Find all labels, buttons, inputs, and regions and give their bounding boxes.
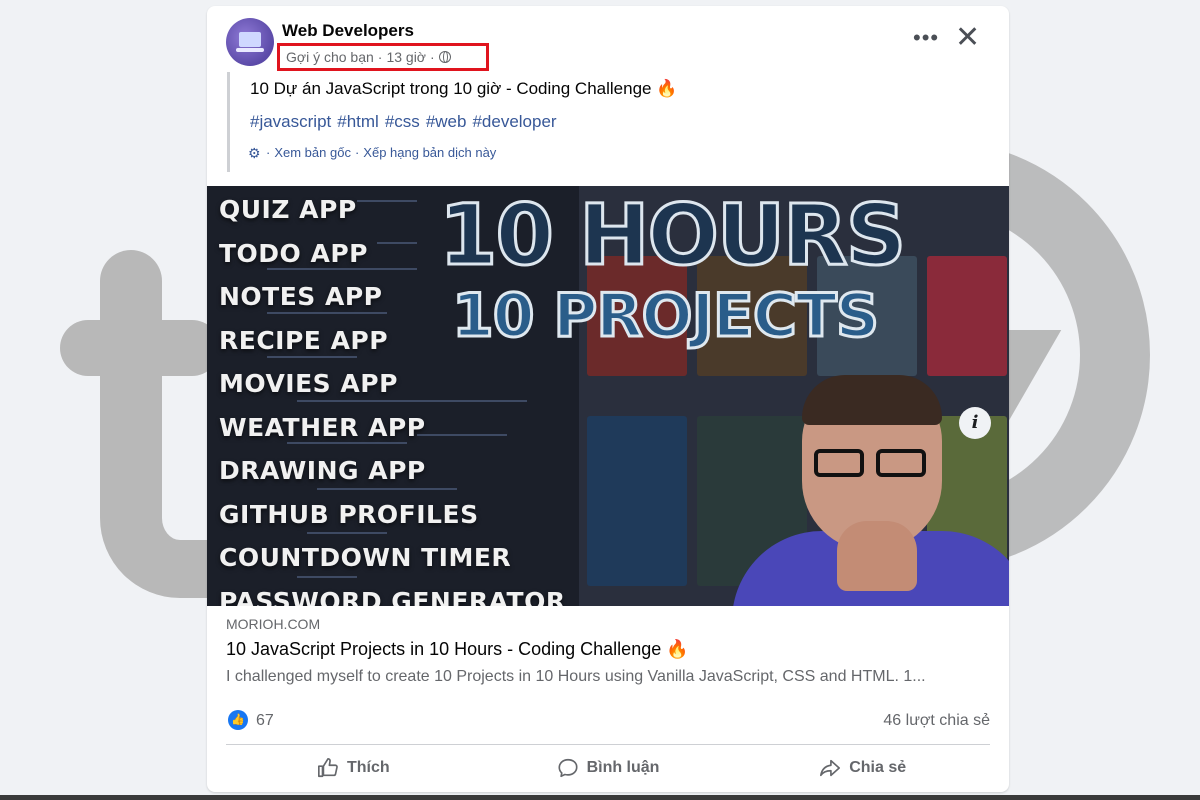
post-text: 10 Dự án JavaScript trong 10 giờ - Codin… (250, 79, 678, 98)
translate-separator: · (354, 145, 360, 160)
thumbnail-subheadline: 10 PROJECTS (450, 280, 880, 353)
project-title: MOVIES APP (219, 369, 398, 398)
share-arrow-icon (820, 759, 841, 777)
window-bottom-edge (0, 795, 1200, 800)
project-title: PASSWORD GENERATOR (219, 586, 566, 607)
share-count[interactable]: 46 lượt chia sẻ (883, 712, 990, 730)
globe-icon (438, 51, 451, 63)
project-title: GITHUB PROFILES (219, 499, 479, 529)
facebook-post-card: Web Developers Gợi ý cho bạn · 13 giờ · … (207, 6, 1009, 792)
close-icon[interactable]: ✕ (955, 23, 980, 53)
translation-quote-bar (227, 72, 230, 172)
suggested-label: Gợi ý cho bạn (286, 49, 374, 65)
link-description: I challenged myself to create 10 Project… (226, 668, 926, 685)
translation-bar: ⚙ · Xem bản gốc · Xếp hạng bản dịch này (248, 145, 496, 160)
hashtag-link[interactable]: #html (337, 112, 379, 132)
post-meta-highlight: Gợi ý cho bạn · 13 giờ · (277, 43, 489, 71)
project-title: WEATHER APP (219, 412, 426, 442)
comment-bubble-icon (558, 758, 578, 778)
thumbs-up-outline-icon (318, 758, 338, 778)
actions-divider (226, 744, 990, 745)
gear-icon[interactable]: ⚙ (248, 146, 262, 160)
more-options-icon[interactable]: ••• (913, 27, 939, 49)
hashtag-link[interactable]: #javascript (250, 112, 331, 132)
link-preview[interactable]: MORIOH.COM 10 JavaScript Projects in 10 … (207, 606, 1009, 698)
thumbs-up-icon[interactable]: 👍 (228, 710, 248, 730)
share-button[interactable]: Chia sẻ (735, 748, 990, 788)
link-title[interactable]: 10 JavaScript Projects in 10 Hours - Cod… (226, 639, 689, 660)
meta-separator: · (430, 49, 435, 65)
see-original-link[interactable]: Xem bản gốc (274, 145, 351, 160)
like-count[interactable]: 67 (256, 712, 274, 730)
post-actions: Thích Bình luận Chia sẻ (226, 748, 990, 788)
translate-separator: · (266, 145, 271, 160)
reaction-stats: 👍 67 46 lượt chia sẻ (226, 708, 990, 734)
presenter-photo (732, 375, 1009, 606)
project-title: DRAWING APP (219, 456, 426, 485)
post-time[interactable]: 13 giờ (386, 49, 426, 65)
hashtag-link[interactable]: #web (426, 112, 467, 132)
project-title: COUNTDOWN TIMER (219, 543, 512, 572)
rate-translation-link[interactable]: Xếp hạng bản dịch này (363, 145, 496, 160)
hashtag-link[interactable]: #developer (472, 112, 556, 132)
meta-separator: · (377, 49, 383, 65)
page-avatar[interactable] (226, 18, 274, 66)
link-thumbnail[interactable]: QUIZ APP TODO APP NOTES APP RECIPE APP M… (207, 186, 1009, 606)
page-name[interactable]: Web Developers (282, 21, 414, 41)
link-domain: MORIOH.COM (226, 616, 321, 632)
hashtag-list: #javascript #html #css #web #developer (250, 112, 557, 132)
watermark-letter-t (60, 250, 312, 598)
hashtag-link[interactable]: #css (385, 112, 420, 132)
info-icon[interactable]: i (959, 407, 991, 439)
comment-button[interactable]: Bình luận (481, 748, 736, 788)
like-label: Thích (347, 759, 390, 776)
share-label: Chia sẻ (849, 759, 907, 776)
thumbnail-headline: 10 HOURS (437, 186, 907, 286)
like-button[interactable]: Thích (226, 748, 481, 788)
comment-label: Bình luận (586, 759, 660, 776)
